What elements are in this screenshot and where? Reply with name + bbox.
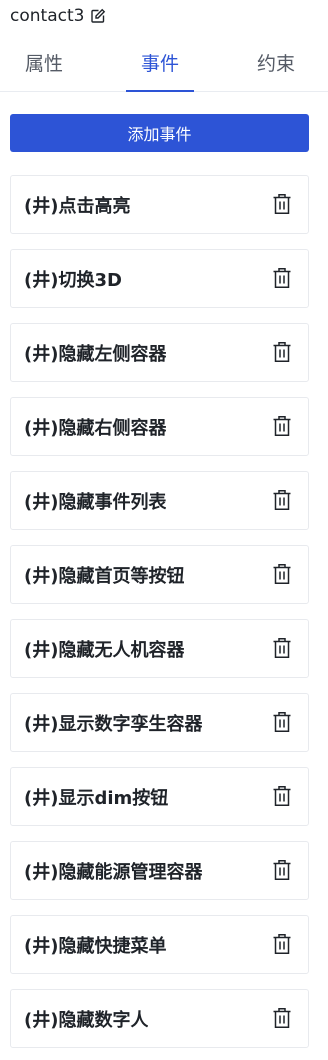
tab-bar: 属性 事件 约束 (0, 40, 328, 92)
trash-icon[interactable] (272, 415, 292, 437)
event-label: (井)显示数字孪生容器 (24, 713, 203, 735)
trash-icon[interactable] (272, 933, 292, 955)
event-label: (井)隐藏快捷菜单 (24, 935, 167, 957)
trash-icon[interactable] (272, 1007, 292, 1029)
event-item[interactable]: (井)显示数字孪生容器 (10, 693, 309, 752)
trash-icon[interactable] (272, 637, 292, 659)
event-item[interactable]: (井)隐藏无人机容器 (10, 619, 309, 678)
event-item[interactable]: (井)隐藏左侧容器 (10, 323, 309, 382)
event-item[interactable]: (井)隐藏右侧容器 (10, 397, 309, 456)
event-label: (井)隐藏首页等按钮 (24, 565, 185, 587)
add-event-button[interactable]: 添加事件 (10, 114, 309, 152)
event-label: (井)点击高亮 (24, 195, 131, 217)
event-label: (井)显示dim按钮 (24, 787, 169, 809)
event-label: (井)隐藏右侧容器 (24, 417, 167, 439)
trash-icon[interactable] (272, 711, 292, 733)
tab-events[interactable]: 事件 (126, 40, 194, 92)
event-item[interactable]: (井)隐藏快捷菜单 (10, 915, 309, 974)
title-row: contact3 (10, 4, 106, 28)
trash-icon[interactable] (272, 267, 292, 289)
trash-icon[interactable] (272, 785, 292, 807)
event-item[interactable]: (井)点击高亮 (10, 175, 309, 234)
event-item[interactable]: (井)显示dim按钮 (10, 767, 309, 826)
event-item[interactable]: (井)切换3D (10, 249, 309, 308)
trash-icon[interactable] (272, 563, 292, 585)
event-item[interactable]: (井)隐藏能源管理容器 (10, 841, 309, 900)
event-item[interactable]: (井)隐藏数字人 (10, 989, 309, 1048)
event-item[interactable]: (井)隐藏首页等按钮 (10, 545, 309, 604)
edit-icon[interactable] (90, 8, 106, 24)
event-panel: contact3 属性 事件 约束 添加事件 (井)点击高亮 (井)切换3D ( (0, 0, 328, 1060)
event-label: (井)隐藏事件列表 (24, 491, 167, 513)
trash-icon[interactable] (272, 489, 292, 511)
event-item[interactable]: (井)隐藏事件列表 (10, 471, 309, 530)
component-title: contact3 (10, 6, 85, 26)
trash-icon[interactable] (272, 859, 292, 881)
trash-icon[interactable] (272, 341, 292, 363)
event-label: (井)隐藏左侧容器 (24, 343, 167, 365)
event-label: (井)切换3D (24, 269, 122, 291)
trash-icon[interactable] (272, 193, 292, 215)
event-label: (井)隐藏无人机容器 (24, 639, 185, 661)
event-label: (井)隐藏数字人 (24, 1009, 149, 1031)
tab-constraints[interactable]: 约束 (242, 40, 310, 92)
tab-properties[interactable]: 属性 (10, 40, 78, 92)
event-label: (井)隐藏能源管理容器 (24, 861, 203, 883)
event-list: (井)点击高亮 (井)切换3D (井)隐藏左侧容器 (井)隐藏右侧容器 (井)隐… (10, 175, 309, 1060)
